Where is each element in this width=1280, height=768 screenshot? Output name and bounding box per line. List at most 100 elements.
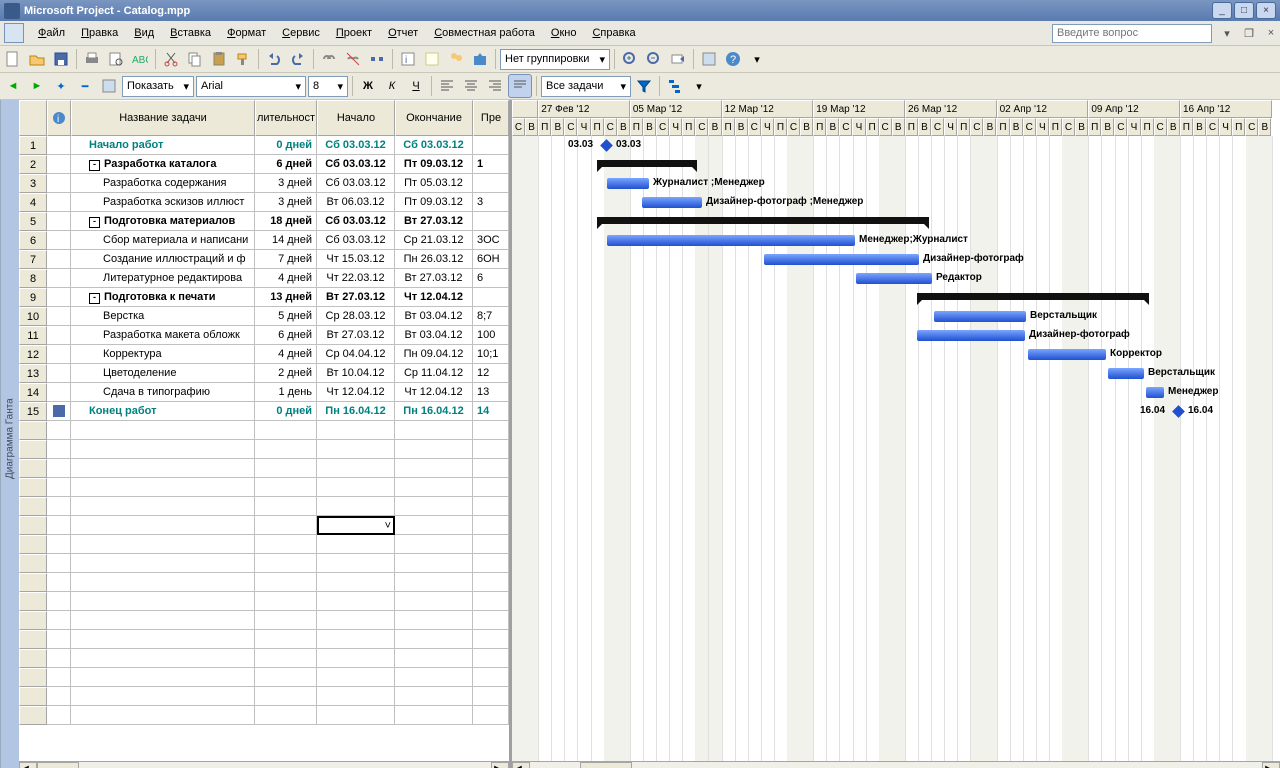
timeline-week[interactable]: 02 Апр '12 bbox=[997, 100, 1089, 118]
name-column-header[interactable]: Название задачи bbox=[71, 100, 255, 136]
table-hscrollbar[interactable]: ◄► bbox=[19, 761, 509, 768]
close-button[interactable]: × bbox=[1256, 2, 1276, 19]
gantt-row[interactable]: Журналист ;Менеджер bbox=[512, 174, 1280, 193]
toolbar2-options-icon[interactable]: ▾ bbox=[688, 75, 710, 97]
menu-Вставка[interactable]: Вставка bbox=[162, 24, 219, 42]
table-row[interactable] bbox=[19, 611, 509, 630]
menu-Совместная работа[interactable]: Совместная работа bbox=[426, 24, 543, 42]
nav-forward-icon[interactable]: ► bbox=[26, 75, 48, 97]
milestone-diamond[interactable] bbox=[600, 139, 613, 152]
underline-button[interactable]: Ч bbox=[405, 75, 427, 97]
table-row[interactable] bbox=[19, 649, 509, 668]
timeline-week[interactable]: 26 Мар '12 bbox=[905, 100, 997, 118]
font-select[interactable]: Arial▾ bbox=[196, 76, 306, 97]
start-column-header[interactable]: Начало bbox=[317, 100, 395, 136]
paste-icon[interactable] bbox=[208, 48, 230, 70]
italic-button[interactable]: К bbox=[381, 75, 403, 97]
publish-icon[interactable] bbox=[469, 48, 491, 70]
link-task-icon[interactable] bbox=[318, 48, 340, 70]
unlink-task-icon[interactable] bbox=[342, 48, 364, 70]
menu-Файл[interactable]: Файл bbox=[30, 24, 73, 42]
undo-icon[interactable] bbox=[263, 48, 285, 70]
table-row[interactable]: 8Литературное редактирова4 днейЧт 22.03.… bbox=[19, 269, 509, 288]
zoom-in-icon[interactable] bbox=[619, 48, 641, 70]
menu-Формат[interactable]: Формат bbox=[219, 24, 274, 42]
view-label[interactable]: Диаграмма Ганта bbox=[0, 100, 19, 768]
table-row[interactable] bbox=[19, 668, 509, 687]
table-row[interactable]: 11Разработка макета обложк6 днейВт 27.03… bbox=[19, 326, 509, 345]
filter-select[interactable]: Все задачи▾ bbox=[541, 76, 631, 97]
grouping-select[interactable]: Нет группировки▾ bbox=[500, 49, 610, 70]
menu-Справка[interactable]: Справка bbox=[584, 24, 643, 42]
gantt-row[interactable] bbox=[512, 212, 1280, 231]
new-icon[interactable] bbox=[2, 48, 24, 70]
row-header-corner[interactable] bbox=[19, 100, 47, 136]
gantt-row[interactable]: Дизайнер-фотограф bbox=[512, 326, 1280, 345]
table-row[interactable]: 10Верстка5 днейСр 28.03.12Вт 03.04.128;7 bbox=[19, 307, 509, 326]
table-row[interactable]: 4Разработка эскизов иллюст3 днейВт 06.03… bbox=[19, 193, 509, 212]
app-menu-icon[interactable] bbox=[4, 23, 24, 43]
nav-back-icon[interactable]: ◄ bbox=[2, 75, 24, 97]
table-row[interactable] bbox=[19, 421, 509, 440]
zoom-out-icon[interactable] bbox=[643, 48, 665, 70]
task-info-icon[interactable]: i bbox=[397, 48, 419, 70]
task-bar[interactable] bbox=[917, 330, 1025, 341]
summary-bar[interactable] bbox=[597, 160, 697, 167]
table-row[interactable]: 3Разработка содержания3 днейСб 03.03.12П… bbox=[19, 174, 509, 193]
goto-task-icon[interactable] bbox=[667, 48, 689, 70]
table-row[interactable]: 2-Разработка каталога6 днейСб 03.03.12Пт… bbox=[19, 155, 509, 174]
gantt-row[interactable]: Верстальщик bbox=[512, 307, 1280, 326]
wrap-text-icon[interactable] bbox=[508, 74, 532, 98]
summary-bar[interactable] bbox=[917, 293, 1149, 300]
align-center-icon[interactable] bbox=[460, 75, 482, 97]
gantt-row[interactable]: Верстальщик bbox=[512, 364, 1280, 383]
table-row[interactable] bbox=[19, 497, 509, 516]
gantt-hscrollbar[interactable]: ◄► bbox=[512, 761, 1280, 768]
table-row[interactable] bbox=[19, 459, 509, 478]
cut-icon[interactable] bbox=[160, 48, 182, 70]
table-row[interactable] bbox=[19, 592, 509, 611]
summary-bar[interactable] bbox=[597, 217, 929, 224]
task-bar[interactable] bbox=[764, 254, 919, 265]
table-row[interactable] bbox=[19, 573, 509, 592]
close-child-button[interactable]: × bbox=[1264, 26, 1278, 40]
timeline-week[interactable]: 19 Мар '12 bbox=[813, 100, 905, 118]
toolbar-options-icon[interactable]: ▾ bbox=[746, 48, 768, 70]
redo-icon[interactable] bbox=[287, 48, 309, 70]
task-bar[interactable] bbox=[856, 273, 932, 284]
table-row[interactable] bbox=[19, 535, 509, 554]
gantt-row[interactable]: Дизайнер-фотограф bbox=[512, 250, 1280, 269]
menu-Проект[interactable]: Проект bbox=[328, 24, 380, 42]
help-icon[interactable]: ? bbox=[722, 48, 744, 70]
table-row[interactable] bbox=[19, 478, 509, 497]
timeline-week[interactable]: 05 Мар '12 bbox=[630, 100, 722, 118]
show-subtasks-icon[interactable] bbox=[98, 75, 120, 97]
align-left-icon[interactable] bbox=[436, 75, 458, 97]
gantt-chart[interactable]: 27 Фев '1205 Мар '1212 Мар '1219 Мар '12… bbox=[512, 100, 1280, 768]
format-painter-icon[interactable] bbox=[232, 48, 254, 70]
restore-child-button[interactable]: ❐ bbox=[1242, 26, 1256, 40]
maximize-button[interactable]: □ bbox=[1234, 2, 1254, 19]
open-icon[interactable] bbox=[26, 48, 48, 70]
task-notes-icon[interactable] bbox=[421, 48, 443, 70]
duration-column-header[interactable]: лительност bbox=[255, 100, 317, 136]
table-row[interactable]: 5-Подготовка материалов18 днейСб 03.03.1… bbox=[19, 212, 509, 231]
task-bar[interactable] bbox=[1146, 387, 1164, 398]
gantt-row[interactable] bbox=[512, 288, 1280, 307]
spelling-icon[interactable]: ABC bbox=[129, 48, 151, 70]
print-preview-icon[interactable] bbox=[105, 48, 127, 70]
milestone-diamond[interactable] bbox=[1172, 405, 1185, 418]
gantt-row[interactable]: Дизайнер-фотограф ;Менеджер bbox=[512, 193, 1280, 212]
table-row[interactable]: 6Сбор материала и написани14 днейСб 03.0… bbox=[19, 231, 509, 250]
help-question-input[interactable] bbox=[1052, 24, 1212, 43]
info-column-header[interactable]: i bbox=[47, 100, 71, 136]
table-row[interactable] bbox=[19, 440, 509, 459]
autofilter-icon[interactable] bbox=[633, 75, 655, 97]
menu-dropdown-icon[interactable]: ▾ bbox=[1220, 26, 1234, 40]
gantt-row[interactable]: Менеджер;Журналист bbox=[512, 231, 1280, 250]
gantt-row[interactable]: Корректор bbox=[512, 345, 1280, 364]
finish-column-header[interactable]: Окончание bbox=[395, 100, 473, 136]
task-bar[interactable] bbox=[642, 197, 702, 208]
menu-Окно[interactable]: Окно bbox=[543, 24, 585, 42]
menu-Сервис[interactable]: Сервис bbox=[274, 24, 328, 42]
